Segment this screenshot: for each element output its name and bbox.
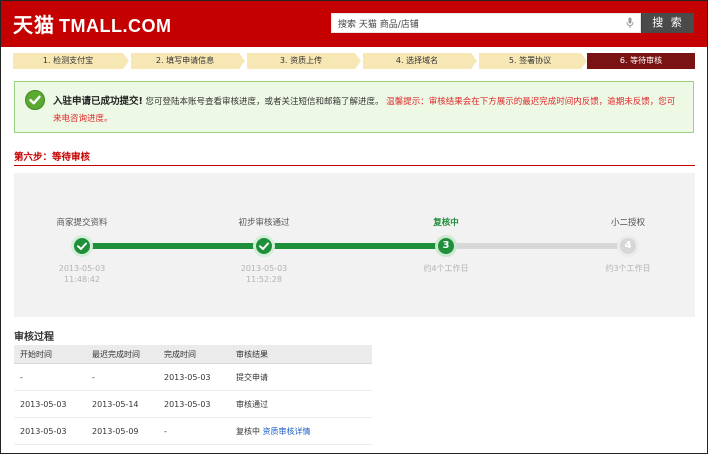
cell-deadline: - <box>86 363 158 391</box>
cell-result: 审核通过 <box>230 390 372 418</box>
checkmark-icon <box>25 90 45 110</box>
table-header-row: 开始时间 最迟完成时间 完成时间 审核结果 <box>14 345 372 364</box>
logo-chinese: 天猫 <box>13 13 55 37</box>
column-result: 审核结果 <box>230 345 372 364</box>
search-box <box>331 13 641 33</box>
checkmark-icon <box>259 242 269 250</box>
cell-deadline: 2013-05-09 <box>86 417 158 445</box>
step-4: 4. 选择域名 <box>363 53 471 69</box>
step-3: 3. 资质上传 <box>247 53 355 69</box>
stage-time-recheck: 约4个工作日 <box>386 263 506 274</box>
table-row: 2013-05-03 2013-05-14 2013-05-03 审核通过 <box>14 390 372 418</box>
microphone-icon[interactable] <box>626 17 634 29</box>
step-separator <box>471 53 477 69</box>
stage-label-recheck: 复核中 <box>433 218 459 228</box>
cell-done: 2013-05-03 <box>158 363 230 391</box>
cell-done: - <box>158 417 230 445</box>
search-input[interactable] <box>332 14 624 32</box>
stage-label-initial-review: 初步审核通过 <box>238 218 290 228</box>
step-separator <box>239 53 245 69</box>
stage-estimate: 约3个工作日 <box>605 264 651 273</box>
stage-node-initial-review <box>253 235 275 257</box>
stage-date: 2013-05-03 <box>240 264 288 273</box>
stage-label-authorize: 小二授权 <box>610 218 645 228</box>
stage-date: 2013-05-03 <box>58 264 106 273</box>
top-header: 天猫 TMALL.COM 搜 索 <box>1 1 707 47</box>
stage-time-initial-review: 2013-05-03 11:52:28 <box>204 263 324 285</box>
page-frame: 天猫TMALL.COM 搜 索 1. 检测支付宝 2. 填写申请信息 3. 资质… <box>0 0 708 454</box>
column-deadline: 最迟完成时间 <box>86 345 158 364</box>
result-text: 复核中 <box>236 426 260 436</box>
application-steps: 1. 检测支付宝 2. 填写申请信息 3. 资质上传 4. 选择域名 5. 签署… <box>13 53 695 69</box>
cell-start: 2013-05-03 <box>14 417 86 445</box>
audit-title: 审核过程 <box>14 332 54 343</box>
qualification-detail-link[interactable]: 资质审核详情 <box>263 427 311 436</box>
stage-time-submit: 2013-05-03 11:48:42 <box>22 263 142 285</box>
column-completed: 完成时间 <box>158 345 230 364</box>
step-6-current: 6. 等待审核 <box>587 53 695 69</box>
cell-start: - <box>14 363 86 391</box>
step-2: 2. 填写申请信息 <box>131 53 239 69</box>
step-separator <box>355 53 361 69</box>
table-row: - - 2013-05-03 提交申请 <box>14 363 372 391</box>
cell-start: 2013-05-03 <box>14 390 86 418</box>
cell-done: 2013-05-03 <box>158 390 230 418</box>
stage-clock: 11:48:42 <box>64 275 100 284</box>
success-message: 入驻申请已成功提交! 您可登陆本账号查看审核进度，或者关注短信和邮箱了解进度。 … <box>53 93 683 128</box>
table-row: 2013-05-03 2013-05-09 - 复核中 资质审核详情 <box>14 417 372 445</box>
cell-result: 复核中 资质审核详情 <box>230 417 372 445</box>
step-separator <box>123 53 129 69</box>
audit-table: 开始时间 最迟完成时间 完成时间 审核结果 - - 2013-05-03 提交申… <box>14 345 372 445</box>
section-divider <box>14 165 695 166</box>
stage-time-authorize: 约3个工作日 <box>568 263 688 274</box>
success-notice: 入驻申请已成功提交! 您可登陆本账号查看审核进度，或者关注短信和邮箱了解进度。 … <box>14 81 694 133</box>
tmall-logo[interactable]: 天猫 TMALL.COM <box>13 9 171 38</box>
checkmark-icon <box>77 242 87 250</box>
stage-clock: 11:52:28 <box>246 275 282 284</box>
stage-node-recheck: 3 <box>435 235 457 257</box>
cell-result: 提交申请 <box>230 363 372 391</box>
section-title: 第六步：等待审核 <box>14 152 91 163</box>
cell-deadline: 2013-05-14 <box>86 390 158 418</box>
stage-label-submit: 商家提交资料 <box>56 218 108 228</box>
review-progress-panel: 商家提交资料 初步审核通过 复核中 小二授权 3 4 2013-05-03 11… <box>14 173 695 317</box>
stage-estimate: 约4个工作日 <box>423 264 469 273</box>
stage-node-authorize: 4 <box>617 235 639 257</box>
step-1: 1. 检测支付宝 <box>13 53 123 69</box>
stage-node-submit <box>71 235 93 257</box>
progress-track-pending <box>446 243 628 249</box>
success-body: 您可登陆本账号查看审核进度，或者关注短信和邮箱了解进度。 <box>145 97 384 107</box>
success-title: 入驻申请已成功提交! <box>53 96 143 107</box>
logo-english: TMALL.COM <box>59 16 172 36</box>
column-start-time: 开始时间 <box>14 345 86 364</box>
step-5: 5. 签署协议 <box>479 53 581 69</box>
search-button[interactable]: 搜 索 <box>642 13 694 33</box>
